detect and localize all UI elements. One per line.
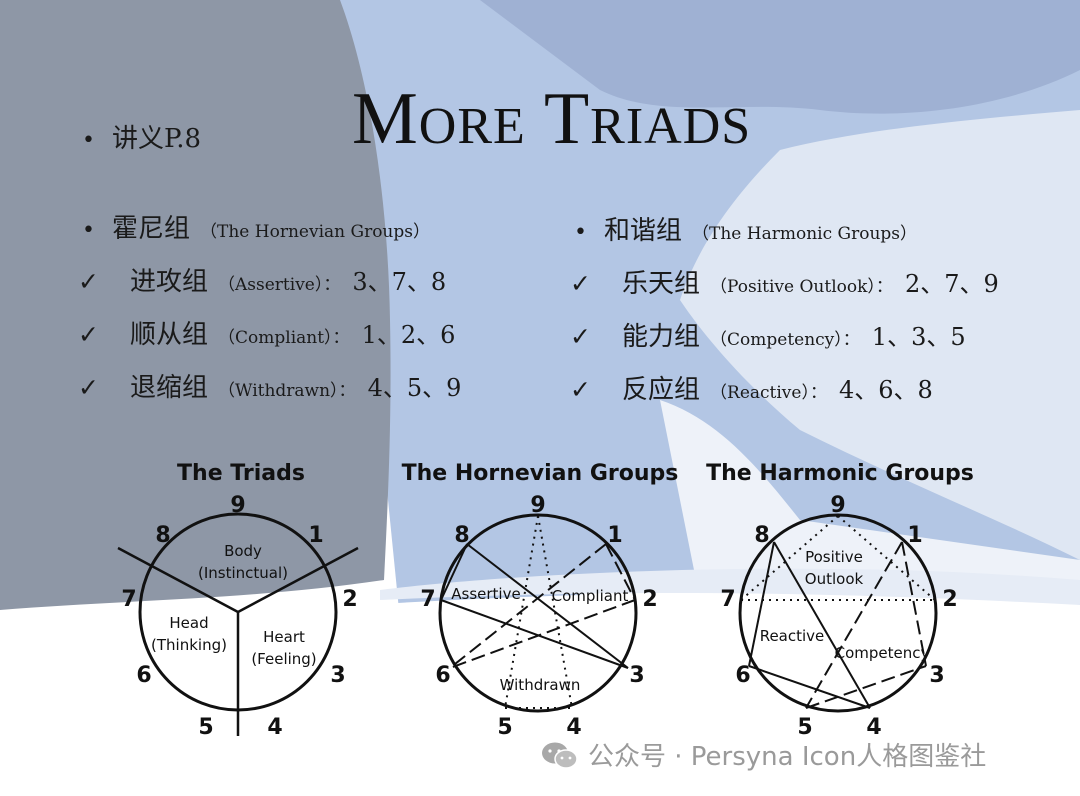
item-en: （Assertive）： [218, 275, 341, 295]
item-cn: 能力组 [622, 322, 701, 352]
triads-number-5: 5 [198, 715, 213, 740]
hornevian-line-1-6 [449, 543, 607, 669]
handout-text: 讲义P.8 [112, 124, 202, 154]
harmonic-number-7: 7 [720, 587, 735, 612]
checkmark-icon: ✓ [78, 320, 99, 349]
hornevian-number-3: 3 [629, 663, 644, 688]
hornevian-compliant-label: Compliant [552, 587, 629, 605]
checkmark-icon: ✓ [78, 373, 99, 402]
hornevian-number-5: 5 [497, 715, 512, 740]
item-numbers: 1、2、6 [361, 321, 456, 349]
hornevian-line-8-3 [466, 543, 629, 669]
harmonic-number-1: 1 [907, 523, 922, 548]
hornevian-diagram: The Hornevian Groups Assertive Compliant… [402, 461, 679, 740]
handout-line: • 讲义P.8 [78, 118, 201, 155]
checkmark-icon: ✓ [78, 267, 99, 296]
hornevian-assertive-label: Assertive [451, 585, 520, 603]
harmonic-line-8-4 [773, 541, 871, 709]
item-cn: 反应组 [622, 375, 701, 405]
heading-en: （The Harmonic Groups） [692, 224, 918, 244]
harmonic-competency-label: Competency [835, 644, 930, 662]
heading-cn: 和谐组 [604, 216, 683, 246]
list-item: ✓ 能力组 （Competency）： 1、3、5 [570, 316, 966, 353]
harmonic-diagram: The Harmonic Groups Positive Outlook Rea… [706, 461, 974, 740]
triads-head-sublabel: (Thinking) [151, 636, 227, 654]
harmonic-number-3: 3 [929, 663, 944, 688]
hornevian-line-2-6 [449, 599, 636, 669]
triads-body-sublabel: (Instinctual) [198, 564, 288, 582]
hornevian-number-6: 6 [435, 663, 450, 688]
checkmark-icon: ✓ [570, 269, 591, 298]
triads-body-label: Body [224, 542, 262, 560]
enneagram-diagrams: The Triads Body (Instinctual) Head (Thin… [117, 461, 974, 740]
triads-number-1: 1 [308, 523, 323, 548]
hornevian-title: The Hornevian Groups [402, 461, 679, 486]
triads-number-2: 2 [342, 587, 357, 612]
triads-number-6: 6 [136, 663, 151, 688]
checkmark-icon: ✓ [570, 375, 591, 404]
hornevian-number-1: 1 [607, 523, 622, 548]
triads-heart-label: Heart [263, 628, 305, 646]
item-numbers: 3、7、8 [352, 268, 447, 296]
harmonic-positive-label: Positive [805, 548, 863, 566]
triads-heart-sublabel: (Feeling) [251, 650, 316, 668]
item-en: （Competency）： [710, 330, 860, 350]
harmonic-heading: • 和谐组 （The Harmonic Groups） [570, 210, 917, 247]
watermark-text: 公众号 · Persyna Icon人格图鉴社 [588, 742, 987, 772]
item-en: （Withdrawn）： [218, 381, 356, 401]
wechat-icon [542, 742, 578, 769]
hornevian-number-7: 7 [420, 587, 435, 612]
item-numbers: 1、3、5 [871, 323, 966, 351]
item-numbers: 2、7、9 [904, 270, 999, 298]
triads-diagram: The Triads Body (Instinctual) Head (Thin… [117, 461, 359, 740]
checkmark-icon: ✓ [570, 322, 591, 351]
list-item: ✓ 顺从组 （Compliant）： 1、2、6 [78, 314, 455, 351]
heading-en: （The Hornevian Groups） [200, 222, 430, 242]
hornevian-line-7-3 [440, 599, 629, 669]
item-numbers: 4、5、9 [367, 374, 462, 402]
slide-title: More Triads [352, 78, 752, 160]
triads-number-4: 4 [267, 715, 282, 740]
bullet-icon: • [82, 218, 95, 243]
watermark: 公众号 · Persyna Icon人格图鉴社 [540, 736, 986, 773]
harmonic-line-1-5 [805, 541, 903, 709]
triads-number-3: 3 [330, 663, 345, 688]
bullet-icon: • [574, 220, 587, 245]
harmonic-title: The Harmonic Groups [706, 461, 974, 486]
item-numbers: 4、6、8 [838, 376, 933, 404]
triads-number-9: 9 [230, 493, 245, 518]
hornevian-number-2: 2 [642, 587, 657, 612]
list-item: ✓ 进攻组 （Assertive）： 3、7、8 [78, 261, 446, 298]
bullet-icon: • [82, 128, 95, 153]
item-en: （Positive Outlook）： [710, 277, 893, 297]
harmonic-number-9: 9 [830, 493, 845, 518]
hornevian-number-8: 8 [454, 523, 469, 548]
hornevian-heading: • 霍尼组 （The Hornevian Groups） [78, 208, 430, 245]
triads-number-7: 7 [121, 587, 136, 612]
item-cn: 进攻组 [130, 267, 209, 297]
item-cn: 乐天组 [622, 269, 701, 299]
harmonic-reactive-label: Reactive [760, 627, 825, 645]
harmonic-line-8-6 [748, 541, 775, 667]
list-item: ✓ 反应组 （Reactive）： 4、6、8 [570, 369, 933, 406]
hornevian-number-9: 9 [530, 493, 545, 518]
list-item: ✓ 乐天组 （Positive Outlook）： 2、7、9 [570, 263, 999, 300]
harmonic-number-8: 8 [754, 523, 769, 548]
hornevian-withdrawn-label: Withdrawn [500, 676, 581, 694]
item-cn: 退缩组 [130, 373, 209, 403]
triads-number-8: 8 [155, 523, 170, 548]
list-item: ✓ 退缩组 （Withdrawn）： 4、5、9 [78, 367, 461, 404]
harmonic-outlook-label: Outlook [805, 570, 864, 588]
triads-head-label: Head [169, 614, 208, 632]
heading-cn: 霍尼组 [112, 214, 191, 244]
harmonic-number-6: 6 [735, 663, 750, 688]
item-en: （Reactive）： [710, 383, 827, 403]
triads-title: The Triads [177, 461, 305, 486]
item-en: （Compliant）： [218, 328, 350, 348]
harmonic-number-2: 2 [942, 587, 957, 612]
item-cn: 顺从组 [130, 320, 209, 350]
